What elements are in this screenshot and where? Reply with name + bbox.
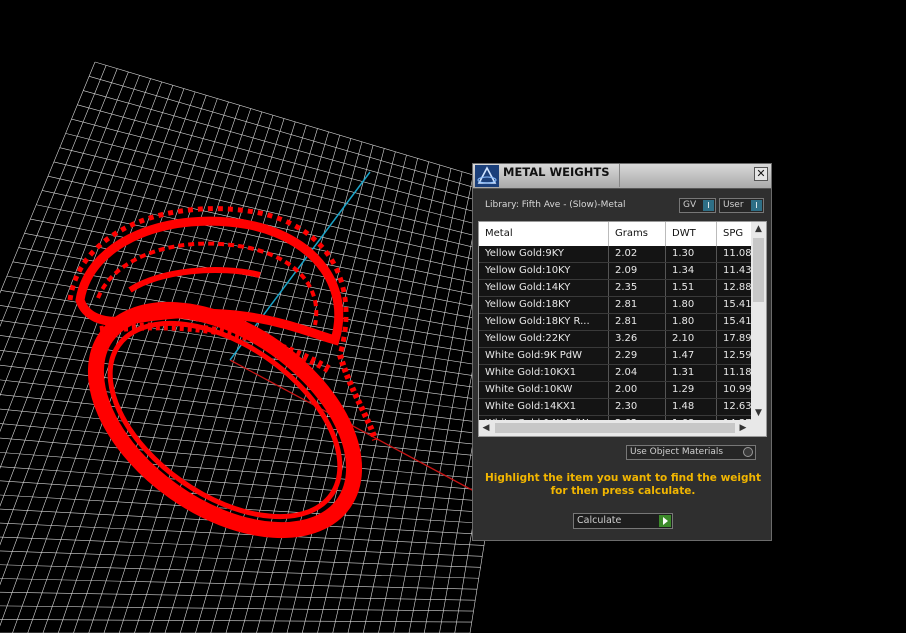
scroll-left-icon[interactable]: ◀	[479, 420, 493, 436]
cell-grams: 2.30	[609, 399, 666, 415]
app-logo-icon	[475, 165, 499, 187]
horizontal-scrollbar[interactable]: ◀ ▶	[479, 420, 766, 436]
cell-metal: Yellow Gold:18KY R...	[479, 314, 609, 330]
library-label: Library: Fifth Ave - (Slow)-Metal	[485, 200, 626, 210]
scroll-down-icon[interactable]: ▼	[751, 406, 766, 420]
scroll-up-icon[interactable]: ▲	[751, 222, 766, 236]
x-axis-line	[229, 359, 501, 506]
cell-metal: White Gold:10KX1	[479, 365, 609, 381]
cell-dwt: 1.47	[666, 348, 717, 364]
metal-table[interactable]: Metal Grams DWT SPG Yellow Gold:9KY 2.02 1…	[478, 221, 767, 437]
table-row[interactable]: White Gold:10KW 2.00 1.29 10.99	[479, 382, 757, 399]
column-header-dwt[interactable]: DWT	[666, 222, 717, 246]
cell-grams: 2.35	[609, 280, 666, 296]
user-toggle-knob: I	[751, 200, 762, 211]
cell-metal: Yellow Gold:18KY	[479, 297, 609, 313]
cell-grams: 2.09	[609, 263, 666, 279]
cell-dwt: 1.31	[666, 365, 717, 381]
cell-metal: Yellow Gold:10KY	[479, 263, 609, 279]
metal-weights-panel: METAL WEIGHTS ✕ Library: Fifth Ave - (Sl…	[472, 163, 772, 541]
horizontal-scroll-thumb[interactable]	[495, 423, 735, 433]
cell-grams: 2.29	[609, 348, 666, 364]
cell-grams: 2.00	[609, 382, 666, 398]
use-object-materials-toggle[interactable]: Use Object Materials	[626, 445, 756, 460]
play-icon[interactable]	[659, 515, 671, 527]
cell-metal: White Gold:10KW	[479, 382, 609, 398]
cell-metal: White Gold:14KX1	[479, 399, 609, 415]
table-row[interactable]: Yellow Gold:18KY R... 2.81 1.80 15.41	[479, 314, 757, 331]
table-row[interactable]: White Gold:14KX1 2.30 1.48 12.63	[479, 399, 757, 416]
column-header-grams[interactable]: Grams	[609, 222, 666, 246]
gv-toggle[interactable]: GV I	[679, 198, 716, 213]
cell-dwt: 1.48	[666, 399, 717, 415]
column-header-metal[interactable]: Metal	[479, 222, 609, 246]
table-row[interactable]: White Gold:9K PdW 2.29 1.47 12.59	[479, 348, 757, 365]
cell-metal: White Gold:9K PdW	[479, 348, 609, 364]
cell-dwt: 2.10	[666, 331, 717, 347]
cell-dwt: 1.51	[666, 280, 717, 296]
table-body: Yellow Gold:9KY 2.02 1.30 11.08 Yellow Gold:…	[479, 246, 757, 433]
cell-dwt: 1.30	[666, 246, 717, 262]
cell-grams: 3.26	[609, 331, 666, 347]
cell-grams: 2.02	[609, 246, 666, 262]
cell-metal: Yellow Gold:9KY	[479, 246, 609, 262]
radio-icon[interactable]	[743, 447, 753, 457]
gv-toggle-knob: I	[703, 200, 714, 211]
cell-dwt: 1.29	[666, 382, 717, 398]
scroll-right-icon[interactable]: ▶	[736, 420, 750, 436]
vertical-scrollbar[interactable]: ▲ ▼	[751, 222, 766, 420]
table-row[interactable]: Yellow Gold:18KY 2.81 1.80 15.41	[479, 297, 757, 314]
gv-toggle-label: GV	[683, 200, 697, 210]
calculate-label: Calculate	[577, 515, 622, 526]
table-header: Metal Grams DWT SPG	[479, 222, 757, 246]
user-toggle[interactable]: User I	[719, 198, 764, 213]
close-icon[interactable]: ✕	[754, 167, 768, 181]
instruction-text: Highlight the item you want to find the …	[485, 472, 761, 497]
calculate-button[interactable]: Calculate	[573, 513, 673, 529]
cell-dwt: 1.80	[666, 297, 717, 313]
table-row[interactable]: Yellow Gold:10KY 2.09 1.34 11.43	[479, 263, 757, 280]
vertical-scroll-thumb[interactable]	[753, 238, 764, 302]
window-title: METAL WEIGHTS	[503, 165, 610, 179]
table-row[interactable]: Yellow Gold:9KY 2.02 1.30 11.08	[479, 246, 757, 263]
table-row[interactable]: White Gold:10KX1 2.04 1.31 11.18	[479, 365, 757, 382]
cell-grams: 2.81	[609, 314, 666, 330]
table-row[interactable]: Yellow Gold:14KY 2.35 1.51 12.88	[479, 280, 757, 297]
use-object-materials-label: Use Object Materials	[630, 447, 724, 457]
cell-metal: Yellow Gold:22KY	[479, 331, 609, 347]
cell-grams: 2.81	[609, 297, 666, 313]
cell-grams: 2.04	[609, 365, 666, 381]
title-bar[interactable]: METAL WEIGHTS ✕	[473, 164, 771, 189]
cell-metal: Yellow Gold:14KY	[479, 280, 609, 296]
user-toggle-label: User	[723, 200, 744, 210]
cell-dwt: 1.80	[666, 314, 717, 330]
cell-dwt: 1.34	[666, 263, 717, 279]
table-row[interactable]: Yellow Gold:22KY 3.26 2.10 17.89	[479, 331, 757, 348]
